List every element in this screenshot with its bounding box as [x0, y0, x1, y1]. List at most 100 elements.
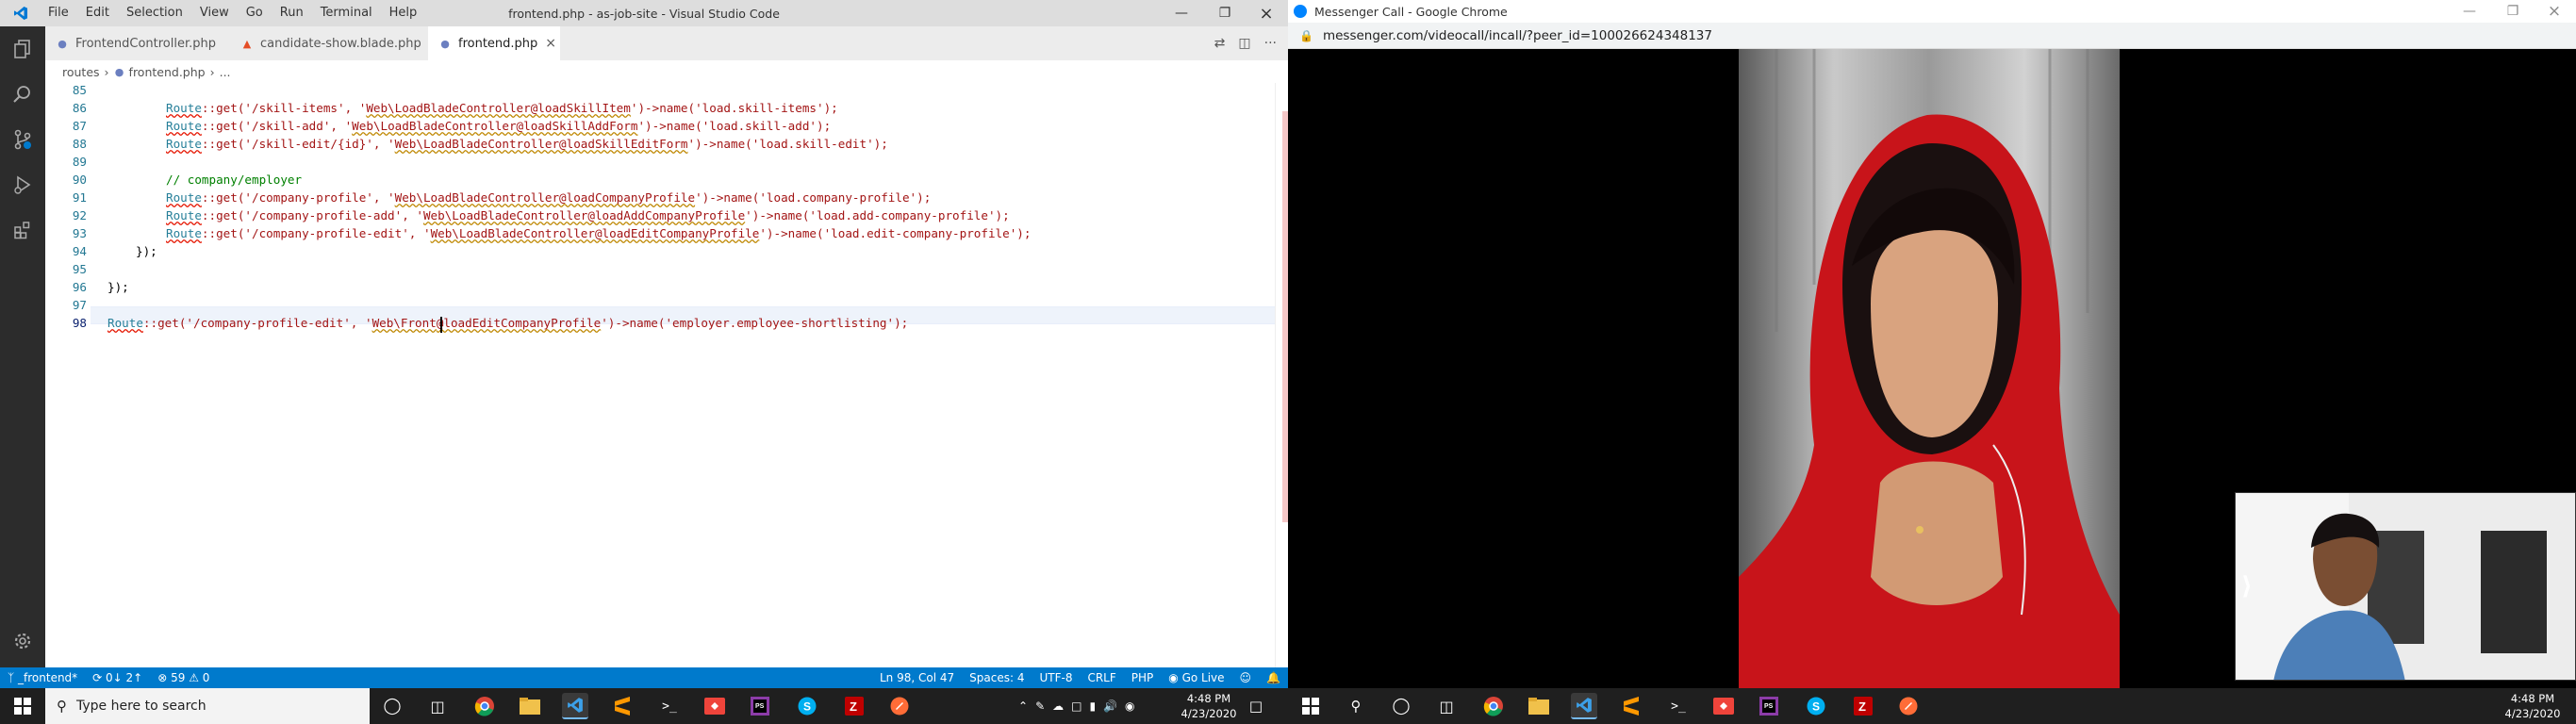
svg-text:PS: PS	[1764, 703, 1774, 710]
menu-terminal[interactable]: Terminal	[312, 0, 381, 26]
lock-icon[interactable]: 🔒	[1299, 29, 1313, 42]
explorer-icon[interactable]	[8, 34, 38, 64]
chrome-app-icon[interactable]	[471, 693, 498, 719]
more-actions-icon[interactable]: ···	[1264, 36, 1277, 51]
code-line: Route::get('/skill-add', 'Web\LoadBladeC…	[166, 119, 832, 133]
skype-icon[interactable]: S	[794, 693, 820, 719]
close-icon[interactable]: ×	[2533, 0, 2576, 23]
breadcrumb-symbol[interactable]: ...	[220, 65, 231, 79]
code-line: Route::get('/company-profile', 'Web\Load…	[166, 190, 932, 205]
phpstorm-icon[interactable]: PS	[1756, 693, 1782, 719]
menu-file[interactable]: File	[40, 0, 77, 26]
url-text[interactable]: messenger.com/videocall/incall/?peer_id=…	[1323, 28, 1712, 43]
windows-start-icon[interactable]	[9, 693, 36, 719]
taskbar-right: ⚲ ◯ ◫ >_ PS S Z 4:48 PM 4/23/2020	[1288, 688, 2576, 724]
tray-network-icon[interactable]: □	[1071, 699, 1082, 713]
line-number: 87	[72, 119, 87, 133]
feedback-icon[interactable]: ☺	[1232, 667, 1260, 688]
tab-frontend-php[interactable]: ● frontend.php ×	[428, 26, 560, 60]
cortana-icon[interactable]: ◯	[379, 693, 405, 719]
notifications-bell-icon[interactable]: 🔔	[1259, 667, 1288, 688]
line-number: 86	[72, 101, 87, 115]
line-ending[interactable]: CRLF	[1080, 667, 1123, 688]
code-editor[interactable]: 85 86 87 88 89 90 91 92 93 94 95 96 97 9…	[45, 83, 1288, 667]
task-view-icon[interactable]: ◫	[1433, 693, 1460, 719]
git-branch[interactable]: ᛉ _frontend*	[0, 667, 85, 688]
indentation[interactable]: Spaces: 4	[962, 667, 1032, 688]
settings-gear-icon[interactable]	[8, 626, 38, 656]
chrome-app-icon[interactable]	[1480, 693, 1507, 719]
terminal-icon[interactable]: >_	[1665, 693, 1692, 719]
anydesk-icon[interactable]	[702, 693, 728, 719]
sublime-text-icon[interactable]	[609, 693, 636, 719]
windows-start-icon[interactable]	[1297, 693, 1324, 719]
menu-help[interactable]: Help	[381, 0, 426, 26]
tray-onedrive-icon[interactable]: ☁	[1052, 699, 1064, 713]
encoding[interactable]: UTF-8	[1032, 667, 1080, 688]
search-icon[interactable]	[8, 79, 38, 109]
svg-text:Z: Z	[1858, 699, 1866, 714]
taskbar-search-box[interactable]: ⚲ Type here to search	[45, 688, 370, 724]
restore-icon[interactable]: ❐	[1203, 0, 1247, 26]
close-icon[interactable]: ×	[1245, 0, 1288, 26]
compare-changes-icon[interactable]: ⇄	[1214, 36, 1226, 51]
expand-self-view-icon[interactable]: ⟩	[2241, 572, 2253, 601]
tray-wifi-icon[interactable]: ◉	[1125, 699, 1134, 713]
tab-frontend-controller[interactable]: ● FrontendController.php	[45, 26, 230, 60]
minimize-icon[interactable]: —	[1160, 0, 1203, 26]
task-view-icon[interactable]: ◫	[424, 693, 451, 719]
vscode-app-icon[interactable]	[562, 693, 588, 719]
address-bar[interactable]: 🔒 messenger.com/videocall/incall/?peer_i…	[1288, 23, 2576, 49]
chrome-titlebar: Messenger Call - Google Chrome — ❐ ×	[1288, 0, 2576, 23]
code-line: });	[136, 244, 157, 258]
tab-candidate-show[interactable]: ▲ candidate-show.blade.php	[230, 26, 428, 60]
skype-icon[interactable]: S	[1803, 693, 1829, 719]
minimize-icon[interactable]: —	[2448, 0, 2491, 23]
menu-run[interactable]: Run	[272, 0, 312, 26]
broadcast-icon: ◉	[1168, 671, 1182, 684]
file-explorer-icon[interactable]	[1526, 693, 1552, 719]
messenger-icon	[1294, 5, 1307, 18]
sublime-text-icon[interactable]	[1618, 693, 1644, 719]
menu-selection[interactable]: Selection	[118, 0, 191, 26]
phpstorm-icon[interactable]: PS	[747, 693, 773, 719]
terminal-icon[interactable]: >_	[656, 693, 683, 719]
filezilla-icon[interactable]: Z	[1850, 693, 1876, 719]
tray-battery-icon[interactable]: ▮	[1089, 699, 1096, 713]
menu-view[interactable]: View	[191, 0, 238, 26]
cursor-position[interactable]: Ln 98, Col 47	[872, 667, 962, 688]
taskbar-clock[interactable]: 4:48 PM 4/23/2020	[1181, 691, 1237, 721]
problems-count[interactable]: ⊗ 59 ⚠ 0	[150, 667, 217, 688]
anydesk-icon[interactable]	[1710, 693, 1737, 719]
editor-scrollbar[interactable]	[1275, 83, 1288, 667]
search-icon[interactable]: ⚲	[1343, 693, 1369, 719]
line-number: 96	[72, 280, 87, 294]
breadcrumb-folder[interactable]: routes	[62, 65, 100, 79]
tray-pen-icon[interactable]: ✎	[1035, 699, 1045, 713]
vscode-app-icon[interactable]	[1571, 693, 1597, 719]
vscode-titlebar: File Edit Selection View Go Run Terminal…	[0, 0, 1288, 26]
git-sync[interactable]: ⟳ 0↓ 2↑	[85, 667, 150, 688]
tray-volume-icon[interactable]: 🔊	[1103, 699, 1117, 713]
tray-chevron-up-icon[interactable]: ⌃	[1018, 699, 1028, 713]
source-control-icon[interactable]	[8, 124, 38, 155]
file-explorer-icon[interactable]	[517, 693, 543, 719]
extensions-icon[interactable]	[8, 215, 38, 245]
restore-icon[interactable]: ❐	[2491, 0, 2535, 23]
go-live-button[interactable]: ◉ Go Live	[1161, 667, 1231, 688]
cortana-icon[interactable]: ◯	[1388, 693, 1414, 719]
tab-close-icon[interactable]: ×	[545, 36, 556, 51]
menu-edit[interactable]: Edit	[77, 0, 118, 26]
taskbar-clock[interactable]: 4:48 PM 4/23/2020	[2504, 691, 2561, 721]
filezilla-icon[interactable]: Z	[841, 693, 867, 719]
text-cursor	[440, 317, 442, 333]
chrome-window-title: Messenger Call - Google Chrome	[1314, 4, 1508, 19]
menu-go[interactable]: Go	[238, 0, 272, 26]
breadcrumb-file[interactable]: frontend.php	[129, 65, 206, 79]
action-center-icon[interactable]: □	[1243, 693, 1269, 719]
postman-icon[interactable]	[1895, 693, 1922, 719]
language-mode[interactable]: PHP	[1124, 667, 1162, 688]
split-editor-icon[interactable]: ◫	[1238, 36, 1250, 51]
postman-icon[interactable]	[886, 693, 913, 719]
run-debug-icon[interactable]	[8, 170, 38, 200]
